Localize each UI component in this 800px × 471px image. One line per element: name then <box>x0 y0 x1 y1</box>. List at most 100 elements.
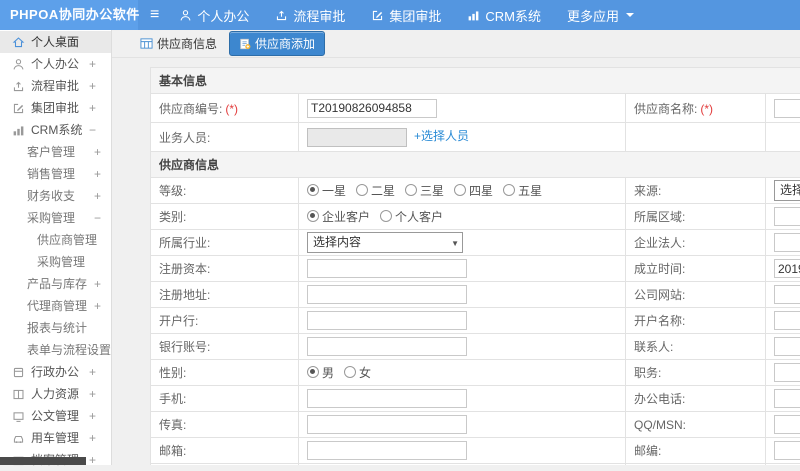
sidebar-item[interactable]: 采购管理− <box>0 207 111 229</box>
radio-option[interactable]: 四星 <box>454 184 493 198</box>
text-input[interactable] <box>307 259 467 278</box>
sidebar-item-label: 财务收支 <box>27 185 75 207</box>
expand-icon[interactable]: + <box>89 75 96 97</box>
sidebar-item-label: 个人办公 <box>31 53 79 75</box>
tab-active[interactable]: 供应商添加 <box>229 31 325 56</box>
radio-option[interactable]: 三星 <box>405 184 444 198</box>
sidebar-item-label: 销售管理 <box>27 163 75 185</box>
sidebar-item[interactable]: 表单与流程设置+ <box>0 339 111 361</box>
field-label: 联系人: <box>626 334 766 360</box>
top-menu-item[interactable]: 流程审批 <box>275 6 345 25</box>
text-input[interactable] <box>774 285 800 304</box>
radio-option[interactable]: 男 <box>307 366 334 380</box>
text-input[interactable] <box>774 441 800 460</box>
expand-icon[interactable]: + <box>89 97 96 119</box>
sidebar-item[interactable]: 采购管理 <box>0 251 111 273</box>
text-input[interactable] <box>774 363 800 382</box>
radio-option[interactable]: 女 <box>344 366 371 380</box>
select[interactable]: 选择内容▼ <box>307 232 463 253</box>
sidebar-item[interactable]: 客户管理+ <box>0 141 111 163</box>
tab[interactable]: 供应商信息 <box>136 32 221 55</box>
top-menu-item[interactable]: 更多应用 <box>567 6 634 25</box>
field-cell <box>766 334 800 360</box>
label-text: 传真: <box>159 418 186 432</box>
text-input[interactable] <box>774 337 800 356</box>
sidebar-item[interactable]: CRM系统− <box>0 119 111 141</box>
field-label: 注册资本: <box>151 256 299 282</box>
text-input[interactable] <box>307 415 467 434</box>
expand-icon[interactable]: + <box>94 295 101 317</box>
radio-option[interactable]: 二星 <box>356 184 395 198</box>
sidebar-item[interactable]: 公文管理 + <box>0 405 111 427</box>
text-input[interactable] <box>774 415 800 434</box>
tab-label: 供应商信息 <box>157 35 217 52</box>
text-input[interactable] <box>307 389 467 408</box>
text-input[interactable] <box>774 389 800 408</box>
sidebar-item[interactable]: 行政办公+ <box>0 361 111 383</box>
collapse-icon[interactable]: − <box>89 119 96 141</box>
sidebar-item[interactable]: 流程审批+ <box>0 75 111 97</box>
text-input[interactable] <box>774 207 800 226</box>
collapse-icon[interactable]: − <box>94 207 101 229</box>
field-cell <box>766 412 800 438</box>
expand-icon[interactable]: + <box>89 449 96 471</box>
radio-label: 四星 <box>469 184 493 198</box>
text-input[interactable] <box>307 285 467 304</box>
label-text: 联系人: <box>634 340 673 354</box>
expand-icon[interactable]: + <box>94 163 101 185</box>
top-menu-item-label: 集团审批 <box>389 6 441 25</box>
radio-option[interactable]: 一星 <box>307 184 346 198</box>
expand-icon[interactable]: + <box>94 273 101 295</box>
sidebar-item[interactable]: 个人办公 + <box>0 53 111 75</box>
text-input[interactable] <box>307 337 467 356</box>
sidebar-item[interactable]: 人力资源+ <box>0 383 111 405</box>
radio-label: 企业客户 <box>322 210 370 224</box>
select-person-link[interactable]: +选择人员 <box>414 129 469 143</box>
label-text: 邮编: <box>634 444 661 458</box>
main-content: 供应商信息供应商添加 基本信息供应商编号:(*)供应商名称:(*)业务人员:+选… <box>112 30 800 465</box>
supplier-form: 基本信息供应商编号:(*)供应商名称:(*)业务人员:+选择人员供应商信息等级:… <box>150 67 800 465</box>
expand-icon[interactable]: + <box>89 405 96 427</box>
sidebar-item[interactable]: 用车管理 + <box>0 427 111 449</box>
sidebar-item-label: 公文管理 <box>31 405 79 427</box>
expand-icon[interactable]: + <box>89 53 96 75</box>
sidebar-item[interactable]: 财务收支 + <box>0 185 111 207</box>
text-input[interactable] <box>307 311 467 330</box>
top-menu-item[interactable]: CRM系统 <box>467 6 541 25</box>
label-text: 开户名称: <box>634 314 685 328</box>
sidebar-item[interactable]: 报表与统计 <box>0 317 111 339</box>
text-input[interactable] <box>774 99 800 118</box>
expand-icon[interactable]: + <box>94 185 101 207</box>
section-title: 供应商信息 <box>151 152 800 178</box>
text-input[interactable] <box>774 311 800 330</box>
expand-icon[interactable]: + <box>89 383 96 405</box>
sidebar-item[interactable]: 集团审批+ <box>0 97 111 119</box>
sidebar-item[interactable]: 代理商管理+ <box>0 295 111 317</box>
sidebar-item[interactable]: 供应商管理 <box>0 229 111 251</box>
flow-icon <box>275 9 288 22</box>
label-text: 企业法人: <box>634 236 685 250</box>
sidebar-item[interactable]: 产品与库存+ <box>0 273 111 295</box>
label-text: 职务: <box>634 366 661 380</box>
sidebar-item[interactable]: 个人桌面 <box>0 31 111 53</box>
select[interactable]: 选择内容▼ <box>774 180 800 201</box>
radio-option[interactable]: 五星 <box>503 184 542 198</box>
expand-icon[interactable]: + <box>89 427 96 449</box>
expand-icon[interactable]: + <box>94 141 101 163</box>
top-menu-item-label: 个人办公 <box>197 6 249 25</box>
radio-option[interactable]: 企业客户 <box>307 210 370 224</box>
sidebar-item-label: 用车管理 <box>31 427 79 449</box>
expand-icon[interactable]: + <box>89 361 96 383</box>
field-label: 所属行业: <box>151 230 299 256</box>
text-input[interactable] <box>307 128 407 147</box>
top-menu-item[interactable]: 集团审批 <box>371 6 441 25</box>
hamburger-menu-icon[interactable]: ≡ <box>150 0 159 30</box>
text-input[interactable] <box>307 441 467 460</box>
text-input[interactable] <box>774 259 800 278</box>
field-label: 职务: <box>626 360 766 386</box>
top-menu-item[interactable]: 个人办公 <box>179 6 249 25</box>
sidebar-item[interactable]: 销售管理 + <box>0 163 111 185</box>
radio-option[interactable]: 个人客户 <box>380 210 443 224</box>
text-input[interactable] <box>774 233 800 252</box>
text-input[interactable] <box>307 99 437 118</box>
